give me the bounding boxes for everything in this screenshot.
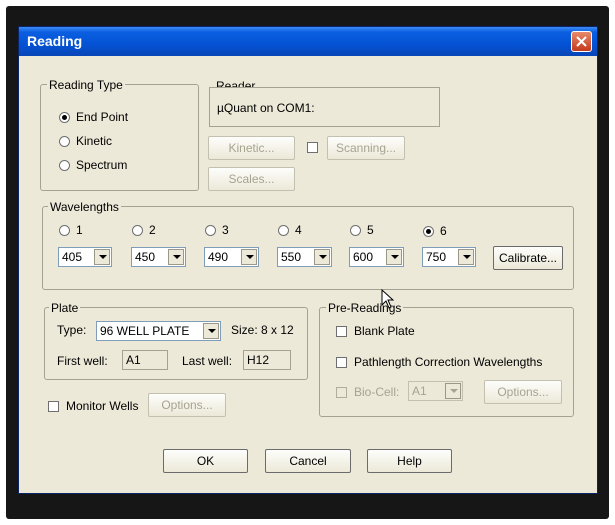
wavelength-4-radio[interactable]	[278, 225, 289, 236]
kinetic-button[interactable]: Kinetic...	[208, 136, 295, 160]
wavelength-2-label[interactable]: 2	[149, 223, 156, 237]
wavelength-1-label[interactable]: 1	[76, 223, 83, 237]
kinetic-radio[interactable]	[59, 136, 70, 147]
end-point-label[interactable]: End Point	[76, 110, 128, 124]
close-icon	[576, 36, 587, 47]
help-button[interactable]: Help	[367, 449, 452, 473]
cancel-button[interactable]: Cancel	[265, 449, 351, 473]
bio-cell-checkbox[interactable]	[336, 387, 347, 398]
chevron-down-icon	[386, 249, 402, 265]
spectrum-label[interactable]: Spectrum	[76, 158, 127, 172]
ok-button[interactable]: OK	[163, 449, 248, 473]
reader-field: µQuant on COM1:	[209, 87, 440, 127]
chevron-down-icon	[458, 249, 474, 265]
wavelength-5-select[interactable]: 600	[349, 247, 404, 267]
pathlength-checkbox[interactable]	[336, 357, 347, 368]
mouse-cursor-icon	[381, 289, 394, 309]
monitor-wells-checkbox[interactable]	[48, 401, 59, 412]
wavelength-6-label[interactable]: 6	[440, 224, 447, 238]
blank-plate-label[interactable]: Blank Plate	[354, 324, 415, 338]
close-button[interactable]	[571, 31, 592, 52]
chevron-down-icon	[445, 383, 461, 399]
first-well-label: First well:	[57, 354, 108, 368]
last-well-field[interactable]: H12	[243, 350, 291, 370]
wavelength-6-select[interactable]: 750	[422, 247, 476, 267]
wavelength-1-radio[interactable]	[59, 225, 70, 236]
reader-value: µQuant on COM1:	[217, 101, 315, 115]
monitor-wells-label[interactable]: Monitor Wells	[66, 399, 138, 413]
blank-plate-checkbox[interactable]	[336, 326, 347, 337]
pathlength-label[interactable]: Pathlength Correction Wavelengths	[354, 355, 542, 369]
end-point-radio[interactable]	[59, 112, 70, 123]
wavelength-5-radio[interactable]	[350, 225, 361, 236]
wavelength-1-select[interactable]: 405	[58, 247, 112, 267]
chevron-down-icon	[168, 249, 184, 265]
monitor-wells-options-button[interactable]: Options...	[148, 393, 226, 417]
last-well-label: Last well:	[182, 354, 233, 368]
bio-cell-select[interactable]: A1	[408, 381, 463, 401]
wavelength-4-select[interactable]: 550	[277, 247, 332, 267]
chevron-down-icon	[203, 323, 219, 339]
wavelength-3-select[interactable]: 490	[204, 247, 259, 267]
first-well-field[interactable]: A1	[122, 350, 168, 370]
wavelengths-legend: Wavelengths	[48, 200, 121, 214]
window-title: Reading	[27, 33, 83, 49]
bio-cell-label[interactable]: Bio-Cell:	[354, 385, 399, 399]
spectrum-radio[interactable]	[59, 160, 70, 171]
wavelength-2-radio[interactable]	[132, 225, 143, 236]
wavelength-2-select[interactable]: 450	[131, 247, 186, 267]
wavelength-3-radio[interactable]	[205, 225, 216, 236]
kinetic-label[interactable]: Kinetic	[76, 134, 112, 148]
scanning-checkbox[interactable]	[307, 142, 318, 153]
chevron-down-icon	[314, 249, 330, 265]
pre-readings-options-button[interactable]: Options...	[484, 380, 562, 404]
reading-dialog: Reading Reading Type End Point Kinetic S…	[18, 26, 598, 494]
title-bar[interactable]: Reading	[19, 27, 597, 56]
wavelength-6-radio[interactable]	[423, 226, 434, 237]
reading-type-legend: Reading Type	[47, 78, 125, 92]
chevron-down-icon	[94, 249, 110, 265]
plate-legend: Plate	[49, 301, 81, 315]
wavelength-3-label[interactable]: 3	[222, 223, 229, 237]
calibrate-button[interactable]: Calibrate...	[493, 246, 563, 270]
scanning-button[interactable]: Scanning...	[327, 136, 405, 160]
wavelength-4-label[interactable]: 4	[295, 223, 302, 237]
plate-type-label: Type:	[57, 323, 87, 337]
chevron-down-icon	[241, 249, 257, 265]
wavelength-5-label[interactable]: 5	[367, 223, 374, 237]
scales-button[interactable]: Scales...	[208, 167, 295, 191]
plate-size: Size: 8 x 12	[231, 323, 294, 337]
plate-type-select[interactable]: 96 WELL PLATE	[96, 321, 221, 341]
